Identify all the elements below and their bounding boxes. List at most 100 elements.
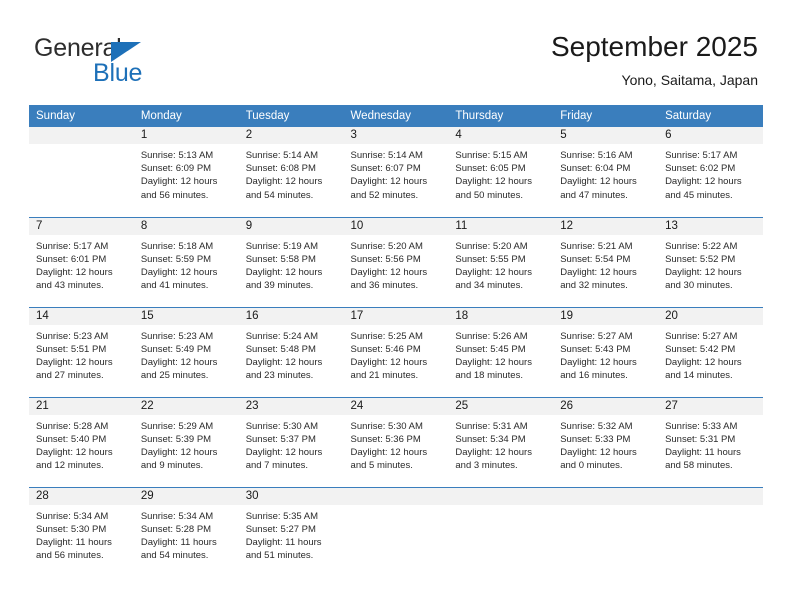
calendar-day-cell[interactable]: 12 Sunrise: 5:21 AM Sunset: 5:54 PM Dayligh… — [553, 216, 659, 307]
calendar-table: Sunday Monday Tuesday Wednesday Thursday Frid… — [29, 105, 763, 577]
day-sunrise-text: Sunrise: 5:22 AM — [665, 240, 738, 252]
calendar-day-cell[interactable]: 16 Sunrise: 5:24 AM Sunset: 5:48 PM Dayligh… — [238, 306, 344, 397]
day-number — [553, 487, 659, 505]
day-number: 26 — [553, 397, 659, 415]
day-daylight-text: Daylight: 11 hours — [245, 536, 322, 548]
day-sunrise-text: Sunrise: 5:29 AM — [140, 420, 214, 432]
day-sunrise-text: Sunrise: 5:17 AM — [665, 150, 738, 161]
page-title: September 2025 — [550, 31, 758, 62]
day-daylight-text: Daylight: 12 hours — [560, 266, 637, 278]
day-sun-info: Sunrise: 5:20 AM Sunset: 5:55 PM Daylight:… — [448, 235, 553, 293]
day-daylight-text: Daylight: 12 hours — [560, 176, 637, 188]
day-daylight-text: Daylight: 12 hours — [140, 266, 218, 278]
day-sunrise-text: Sunrise: 5:32 AM — [560, 420, 633, 432]
calendar-day-cell-empty — [658, 486, 763, 577]
calendar-week-row: 1 Sunrise: 5:13 AM Sunset: 6:09 PM Daylight… — [29, 127, 763, 217]
day-daylight-text: Daylight: 12 hours — [665, 176, 742, 188]
weekday-header-sunday: Sunday — [29, 105, 134, 127]
calendar-day-cell[interactable]: 10 Sunrise: 5:20 AM Sunset: 5:56 PM Dayligh… — [343, 216, 449, 307]
day-sun-info: Sunrise: 5:16 AM Sunset: 6:04 PM Daylight:… — [553, 144, 658, 202]
calendar-day-cell[interactable]: 14 Sunrise: 5:23 AM Sunset: 5:51 PM Dayligh… — [29, 306, 134, 397]
calendar-day-cell[interactable]: 26 Sunrise: 5:32 AM Sunset: 5:33 PM Dayligh… — [553, 396, 659, 487]
day-daylight-text: Daylight: 12 hours — [140, 356, 218, 368]
calendar-day-cell[interactable]: 18 Sunrise: 5:26 AM Sunset: 5:45 PM Dayligh… — [448, 306, 554, 397]
calendar-day-cell[interactable]: 7 Sunrise: 5:17 AM Sunset: 6:01 PM Daylight… — [29, 216, 134, 307]
day-daylight-text: and 41 minutes. — [140, 280, 209, 292]
calendar-day-cell[interactable]: 6 Sunrise: 5:17 AM Sunset: 6:02 PM Daylight… — [658, 127, 763, 217]
weekday-header-thursday: Thursday — [448, 105, 554, 127]
day-sunset-text: Sunset: 6:04 PM — [560, 163, 631, 175]
day-sunset-text: Sunset: 5:59 PM — [140, 253, 212, 265]
day-sunset-text: Sunset: 5:48 PM — [245, 343, 316, 355]
calendar-day-cell[interactable]: 8 Sunrise: 5:18 AM Sunset: 5:59 PM Daylight… — [133, 216, 239, 307]
day-number: 30 — [238, 487, 344, 505]
day-number: 14 — [29, 307, 134, 325]
day-sun-info: Sunrise: 5:24 AM Sunset: 5:48 PM Daylight:… — [239, 325, 344, 383]
weekday-header-tuesday: Tuesday — [238, 105, 344, 127]
day-sun-info: Sunrise: 5:17 AM Sunset: 6:01 PM Daylight:… — [29, 235, 134, 293]
day-sunrise-text: Sunrise: 5:23 AM — [140, 330, 214, 342]
day-number: 27 — [658, 397, 763, 415]
day-sunrise-text: Sunrise: 5:14 AM — [350, 150, 423, 161]
calendar-day-cell[interactable]: 19 Sunrise: 5:27 AM Sunset: 5:43 PM Dayligh… — [553, 306, 659, 397]
day-daylight-text: and 3 minutes. — [455, 460, 518, 472]
calendar-day-cell[interactable]: 24 Sunrise: 5:30 AM Sunset: 5:36 PM Dayligh… — [343, 396, 449, 487]
day-sun-info: Sunrise: 5:14 AM Sunset: 6:07 PM Daylight:… — [344, 144, 449, 202]
day-daylight-text: and 43 minutes. — [36, 280, 104, 292]
day-number: 13 — [658, 217, 763, 235]
calendar-day-cell[interactable]: 30 Sunrise: 5:35 AM Sunset: 5:27 PM Dayligh… — [238, 486, 344, 577]
day-sunset-text: Sunset: 5:43 PM — [560, 343, 631, 355]
day-daylight-text: and 39 minutes. — [245, 280, 314, 292]
general-blue-logo[interactable]: General Blue — [34, 34, 234, 87]
day-sunset-text: Sunset: 5:36 PM — [350, 433, 421, 445]
day-sunrise-text: Sunrise: 5:30 AM — [245, 420, 319, 432]
day-sunset-text: Sunset: 5:51 PM — [36, 343, 107, 355]
calendar-week-row: 21 Sunrise: 5:28 AM Sunset: 5:40 PM Dayligh… — [29, 396, 763, 487]
day-number: 28 — [29, 487, 134, 505]
day-sun-info: Sunrise: 5:23 AM Sunset: 5:51 PM Daylight:… — [29, 325, 134, 383]
calendar-day-cell[interactable]: 3 Sunrise: 5:14 AM Sunset: 6:07 PM Daylight… — [343, 127, 449, 217]
day-number: 18 — [448, 307, 554, 325]
day-number: 3 — [343, 127, 449, 144]
day-daylight-text: Daylight: 12 hours — [455, 266, 532, 278]
calendar-day-cell-empty — [343, 486, 449, 577]
day-number: 12 — [553, 217, 659, 235]
calendar-day-cell[interactable]: 17 Sunrise: 5:25 AM Sunset: 5:46 PM Dayligh… — [343, 306, 449, 397]
calendar-day-cell[interactable]: 1 Sunrise: 5:13 AM Sunset: 6:09 PM Daylight… — [133, 127, 239, 217]
day-daylight-text: Daylight: 12 hours — [665, 356, 742, 368]
calendar-day-cell[interactable]: 11 Sunrise: 5:20 AM Sunset: 5:55 PM Dayligh… — [448, 216, 554, 307]
day-sun-info: Sunrise: 5:27 AM Sunset: 5:42 PM Daylight:… — [658, 325, 763, 383]
day-sun-info: Sunrise: 5:18 AM Sunset: 5:59 PM Daylight:… — [134, 235, 239, 293]
day-sunset-text: Sunset: 6:05 PM — [455, 163, 526, 175]
calendar-day-cell[interactable]: 20 Sunrise: 5:27 AM Sunset: 5:42 PM Dayligh… — [658, 306, 763, 397]
day-sunrise-text: Sunrise: 5:24 AM — [245, 330, 319, 342]
calendar-day-cell[interactable]: 22 Sunrise: 5:29 AM Sunset: 5:39 PM Dayligh… — [133, 396, 239, 487]
day-sunset-text: Sunset: 5:39 PM — [140, 433, 212, 445]
day-daylight-text: Daylight: 12 hours — [560, 446, 637, 458]
calendar-day-cell[interactable]: 28 Sunrise: 5:34 AM Sunset: 5:30 PM Dayligh… — [29, 486, 134, 577]
day-daylight-text: Daylight: 12 hours — [455, 446, 532, 458]
calendar-day-cell[interactable]: 2 Sunrise: 5:14 AM Sunset: 6:08 PM Daylight… — [238, 127, 344, 217]
calendar-day-cell[interactable]: 25 Sunrise: 5:31 AM Sunset: 5:34 PM Dayligh… — [448, 396, 554, 487]
day-daylight-text: Daylight: 12 hours — [350, 266, 428, 278]
calendar-day-cell[interactable]: 9 Sunrise: 5:19 AM Sunset: 5:58 PM Daylight… — [238, 216, 344, 307]
day-number: 22 — [133, 397, 239, 415]
day-sunrise-text: Sunrise: 5:13 AM — [140, 150, 214, 161]
calendar-day-cell[interactable]: 27 Sunrise: 5:33 AM Sunset: 5:31 PM Dayligh… — [658, 396, 763, 487]
day-sunset-text: Sunset: 5:40 PM — [36, 433, 107, 445]
day-number: 19 — [553, 307, 659, 325]
calendar-day-cell[interactable]: 5 Sunrise: 5:16 AM Sunset: 6:04 PM Daylight… — [553, 127, 659, 217]
calendar-body: 1 Sunrise: 5:13 AM Sunset: 6:09 PM Daylight… — [29, 127, 763, 577]
calendar-day-cell[interactable]: 13 Sunrise: 5:22 AM Sunset: 5:52 PM Dayligh… — [658, 216, 763, 307]
calendar-day-cell[interactable]: 23 Sunrise: 5:30 AM Sunset: 5:37 PM Dayligh… — [238, 396, 344, 487]
calendar-day-cell[interactable]: 15 Sunrise: 5:23 AM Sunset: 5:49 PM Dayligh… — [133, 306, 239, 397]
day-number: 24 — [343, 397, 449, 415]
calendar-day-cell[interactable]: 4 Sunrise: 5:15 AM Sunset: 6:05 PM Daylight… — [448, 127, 554, 217]
day-daylight-text: and 18 minutes. — [455, 370, 523, 382]
calendar-day-cell[interactable]: 21 Sunrise: 5:28 AM Sunset: 5:40 PM Dayligh… — [29, 396, 134, 487]
day-sunset-text: Sunset: 5:46 PM — [350, 343, 421, 355]
calendar-grid: Sunday Monday Tuesday Wednesday Thursday Frid… — [29, 105, 763, 577]
day-daylight-text: and 25 minutes. — [140, 370, 209, 382]
calendar-day-cell[interactable]: 29 Sunrise: 5:34 AM Sunset: 5:28 PM Dayligh… — [133, 486, 239, 577]
day-daylight-text: Daylight: 12 hours — [36, 356, 113, 368]
